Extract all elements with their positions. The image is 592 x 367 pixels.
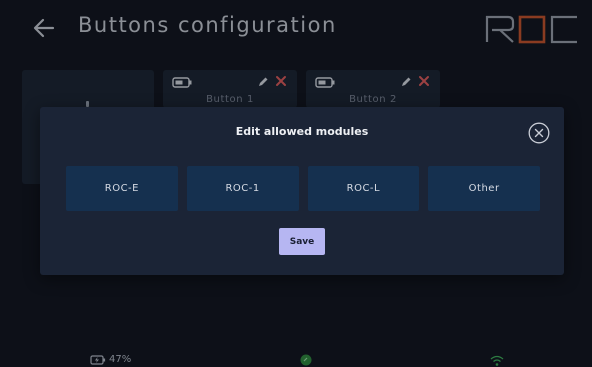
- module-option-other[interactable]: Other: [428, 166, 540, 211]
- module-option-roc-1[interactable]: ROC-1: [186, 166, 299, 211]
- edit-allowed-modules-dialog: Edit allowed modules ROC-E ROC-1 ROC-L O…: [40, 107, 564, 275]
- buttons-configuration-screen: Buttons configuration Button 1 Button 2 …: [0, 0, 592, 367]
- dialog-title: Edit allowed modules: [235, 125, 369, 138]
- module-option-roc-l[interactable]: ROC-L: [307, 166, 420, 211]
- circle-close-icon[interactable]: [528, 122, 550, 144]
- module-option-roc-e[interactable]: ROC-E: [66, 166, 178, 211]
- module-options: ROC-E ROC-1 ROC-L Other: [66, 166, 540, 211]
- save-button[interactable]: Save: [279, 228, 325, 255]
